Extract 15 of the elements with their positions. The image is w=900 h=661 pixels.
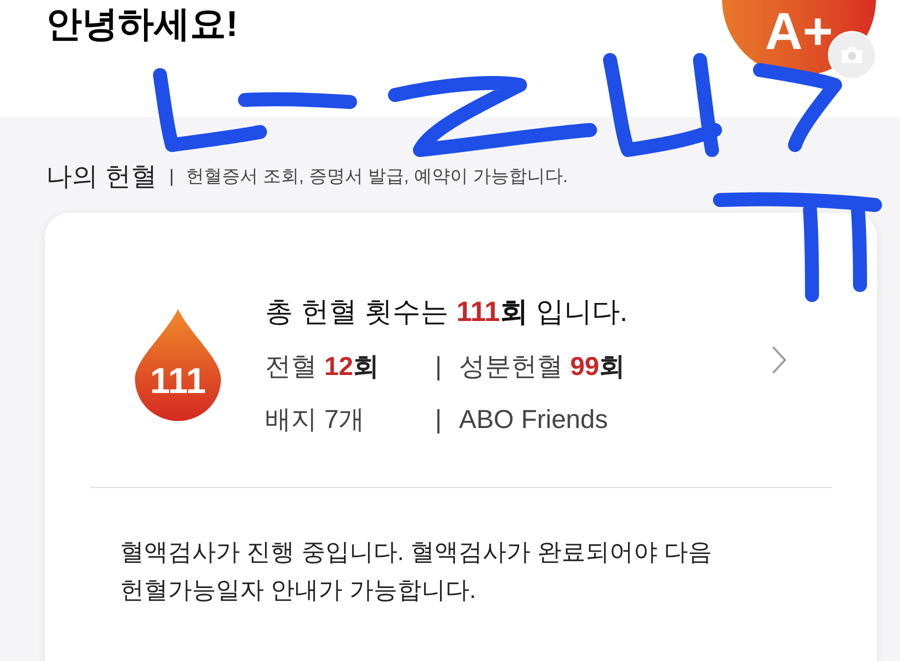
section-title: 나의 헌혈 — [46, 160, 158, 193]
donation-summary: 총 헌혈 횟수는 111회 입니다. — [265, 295, 629, 329]
notice-text: 혈액검사가 진행 중입니다. 혈액검사가 완료되어야 다음 헌혈가능일자 안내가 가능합니다. — [120, 538, 714, 606]
separator: | — [169, 165, 174, 188]
stat-text: 전혈 12회 — [265, 350, 380, 383]
separator: | — [435, 403, 443, 436]
camera-icon — [840, 45, 864, 65]
separator: | — [435, 350, 443, 383]
stat-text: 배지 7개 — [265, 403, 366, 436]
stat-text: ABO Friends — [459, 403, 609, 436]
chevron-right-icon[interactable] — [771, 345, 787, 375]
blood-drop-badge: 111 — [135, 309, 221, 421]
section-subtitle: 헌혈증서 조회, 증명서 발급, 예약이 가능합니다. — [186, 165, 568, 188]
stat-text: 성분헌혈 99회 — [459, 350, 626, 383]
greeting: 안녕하세요! — [46, 6, 238, 42]
